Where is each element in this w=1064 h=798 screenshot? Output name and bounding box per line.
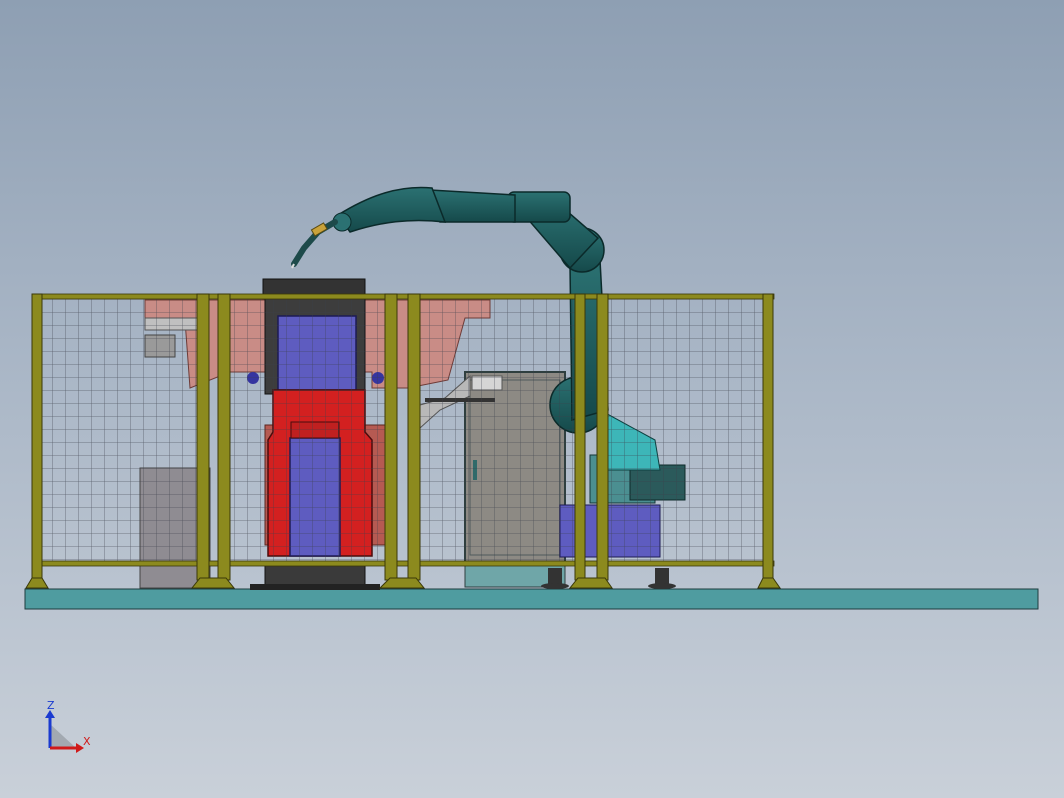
axis-triad-icon: Z X xyxy=(40,696,100,756)
x-axis-label: X xyxy=(83,735,91,748)
fence-panel xyxy=(230,298,385,563)
fence-panel xyxy=(42,298,197,563)
cad-viewport[interactable] xyxy=(0,0,1064,798)
fence-panel xyxy=(608,298,763,563)
base-platform xyxy=(24,588,1039,610)
z-axis-label: Z xyxy=(47,699,55,712)
fence-panel xyxy=(420,298,575,563)
